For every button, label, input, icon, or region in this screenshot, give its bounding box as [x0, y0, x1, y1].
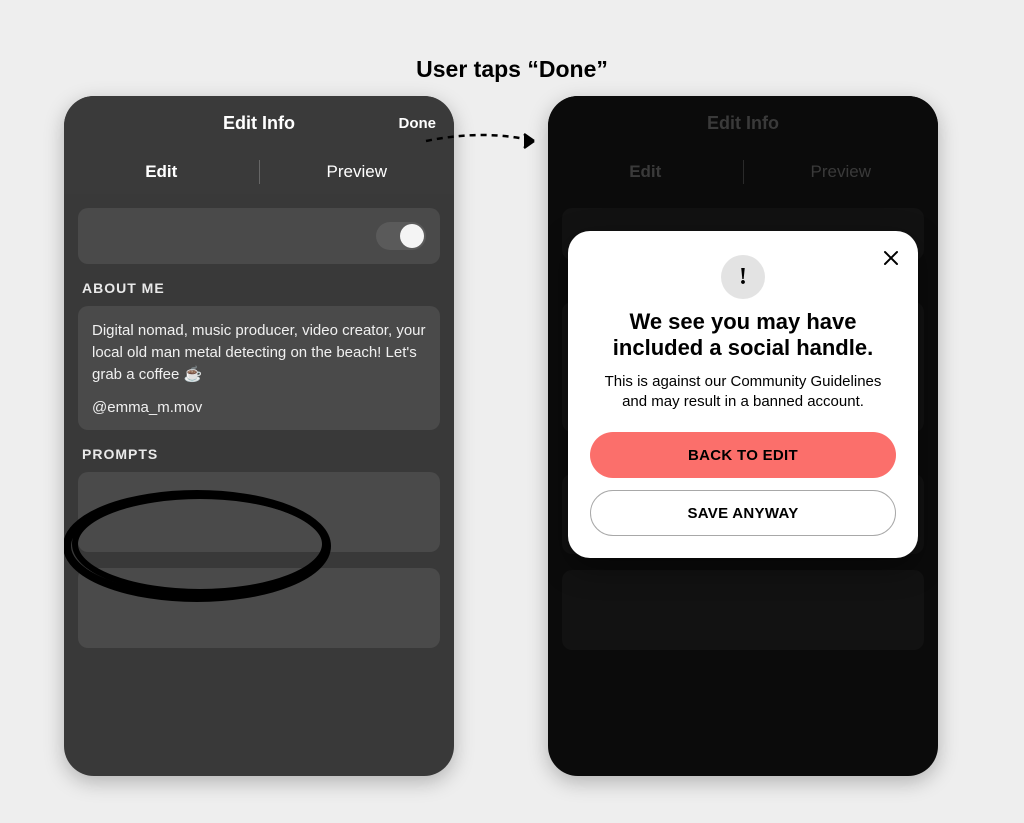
toggle-switch[interactable]	[376, 222, 426, 250]
page-title: Edit Info	[223, 113, 295, 134]
done-button[interactable]: Done	[399, 96, 437, 150]
tab-bar: Edit Preview	[64, 150, 454, 194]
tab-edit[interactable]: Edit	[64, 150, 259, 194]
toggle-knob	[400, 224, 424, 248]
tab-preview[interactable]: Preview	[260, 150, 455, 194]
caption-text: User taps “Done”	[0, 56, 1024, 83]
page-title: Edit Info	[707, 113, 779, 134]
modal-subtitle: This is against our Community Guidelines…	[602, 372, 884, 413]
about-bio-text: Digital nomad, music producer, video cre…	[92, 320, 426, 385]
close-button[interactable]	[878, 245, 904, 271]
tab-edit: Edit	[548, 150, 743, 194]
warning-modal: ! We see you may have included a social …	[568, 231, 918, 558]
content-area: ABOUT ME Digital nomad, music producer, …	[64, 194, 454, 678]
nav-bar: Edit Info Done	[64, 96, 454, 150]
nav-bar: Edit Info	[548, 96, 938, 150]
close-icon	[882, 249, 900, 267]
section-label-prompts: PROMPTS	[82, 446, 440, 462]
warning-icon: !	[721, 255, 765, 299]
modal-title: We see you may have included a social ha…	[596, 309, 890, 362]
about-me-card[interactable]: Digital nomad, music producer, video cre…	[78, 306, 440, 430]
tab-preview: Preview	[744, 150, 939, 194]
save-anyway-button[interactable]: SAVE ANYWAY	[590, 490, 896, 536]
prompt-card-empty[interactable]	[78, 568, 440, 648]
section-label-about: ABOUT ME	[82, 280, 440, 296]
prompt-card-empty[interactable]	[78, 472, 440, 552]
back-to-edit-button[interactable]: BACK TO EDIT	[590, 432, 896, 478]
about-social-handle: @emma_m.mov	[92, 399, 426, 416]
phone-screen-after: Edit Info Edit Preview ! We see you may …	[548, 96, 938, 776]
phone-screen-before: Edit Info Done Edit Preview ABOUT ME Dig…	[64, 96, 454, 776]
prompt-card-dimmed	[562, 570, 924, 650]
setting-card-toggle	[78, 208, 440, 264]
tab-bar: Edit Preview	[548, 150, 938, 194]
